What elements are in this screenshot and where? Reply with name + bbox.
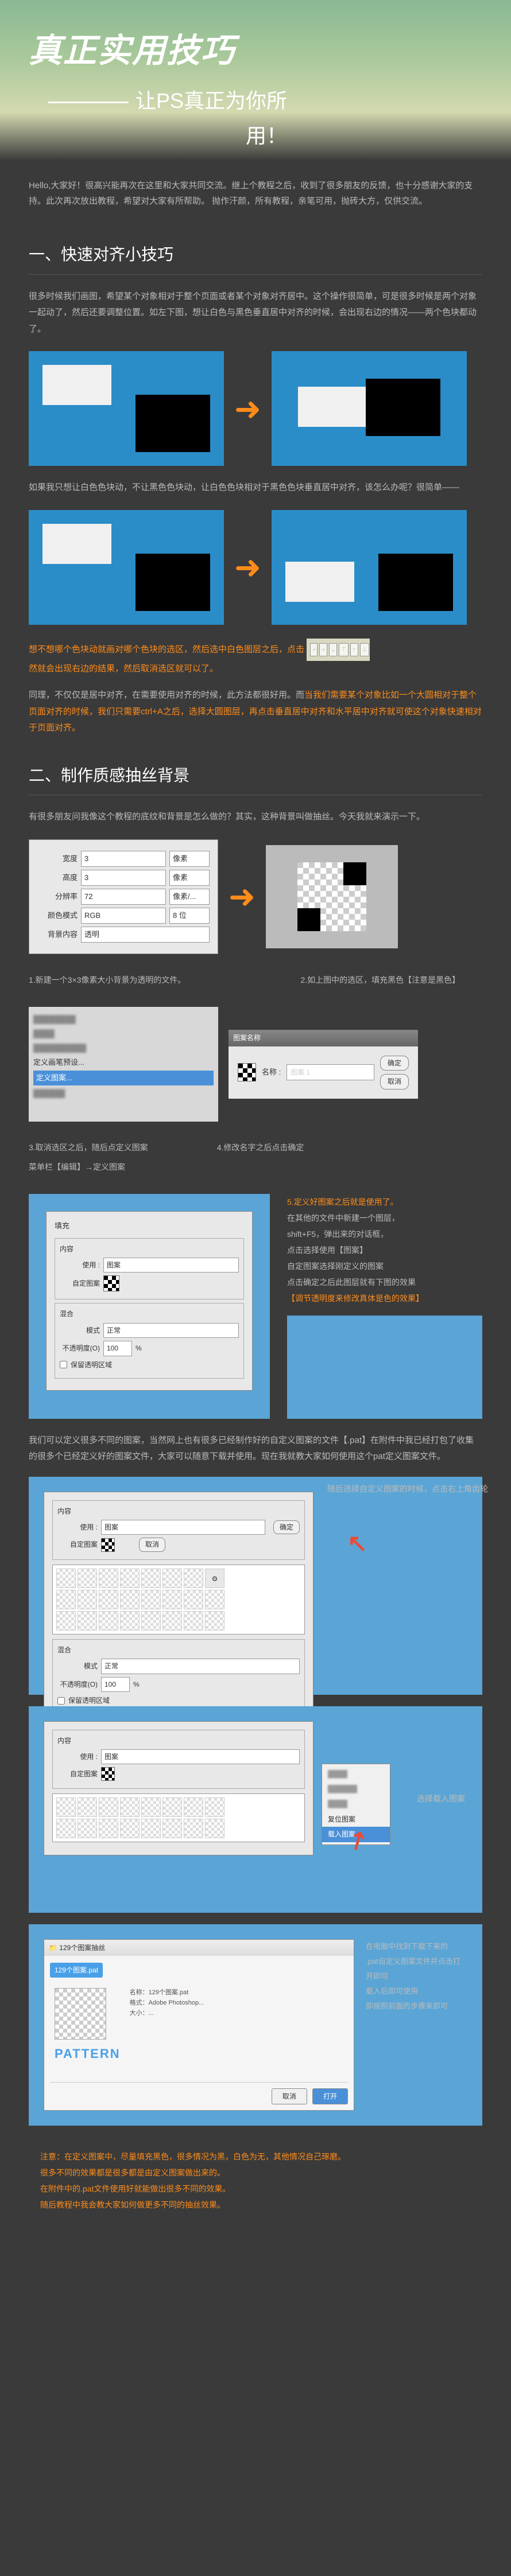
white-block: [42, 365, 111, 405]
arrow-icon: ➜: [234, 382, 261, 436]
s1-p4: 同理，不仅仅是居中对齐，在需要使用对齐的时候，此方法都很好用。而当我们需要某个对…: [29, 687, 482, 737]
fill-dialog2: 内容 使用 :图案确定 自定图案取消 ⚙ 混合 模式正常 不透明度(O)100%…: [44, 1492, 313, 1723]
cap4: 4.修改名字之后点击确定: [217, 1141, 304, 1174]
arrow-icon: ➜: [234, 540, 261, 594]
s1-p1: 很多时候我们画图，希望某个对象相对于整个页面或者某个对象对齐居中。这个操作很简单…: [29, 289, 482, 338]
file-meta: 名称：129个图案.pat 格式：Adobe Photoshop... 大小：.…: [130, 1988, 204, 2068]
pattern-name-input[interactable]: 图案 1: [287, 1064, 374, 1080]
result-preview: [287, 1316, 482, 1419]
cancel-button[interactable]: 取消: [272, 2088, 307, 2104]
before-box: [29, 351, 224, 466]
red-arrow-icon: ↖: [347, 1523, 367, 1563]
banner-title: 真正实用技巧: [29, 23, 482, 80]
pattern-thumb: [238, 1063, 256, 1081]
load-pattern-shot2: 内容 使用 :图案 自定图案 ████ ██████ ████ 复位图案 载入图…: [29, 1706, 482, 1913]
banner: 真正实用技巧 让PS真正为你所用！: [0, 0, 511, 161]
banner-subtitle: 让PS真正为你所用！: [29, 83, 482, 153]
explorer-notes: 在电脑中找到下载下来的 .pat自定义图案文件并点击打开即可 载入后即可使用 即…: [366, 1939, 467, 2014]
pattern-name-dialog: 图案名称 名称 : 图案 1 确定 取消: [229, 1030, 418, 1098]
intro-text: Hello,大家好！很高兴能再次在这里和大家共同交流。继上个教程之后，收到了很多…: [29, 161, 482, 226]
label-a: 随后选择自定义图案的时候，点击右上角齿轮: [327, 1482, 488, 1496]
define-pattern-item[interactable]: 定义图案...: [33, 1071, 214, 1085]
fill-demo: 填充 内容 使用 :图案 自定图案 混合 模式正常 不透明度(O)100% 保留…: [29, 1194, 482, 1419]
keep-transparent-checkbox[interactable]: [60, 1361, 67, 1368]
after-box: [272, 351, 467, 466]
fill-dialog3: 内容 使用 :图案 自定图案: [44, 1721, 313, 1856]
footnote: 注意：在定义图案中，尽量填充黑色，很多情况为黑，白色为无，其他情况自己琢磨。 很…: [29, 2149, 482, 2213]
s2-p1: 有很多朋友问我像这个教程的底纹和背景是怎么做的？其实，这种背景叫做抽丝。今天我就…: [29, 809, 482, 826]
checker-preview: [266, 845, 398, 948]
black-block: [136, 554, 210, 611]
white-block: [285, 562, 354, 602]
file-crumb[interactable]: 129个图案.pat: [50, 1963, 103, 1978]
fill-screenshot: 填充 内容 使用 :图案 自定图案 混合 模式正常 不透明度(O)100% 保留…: [29, 1194, 270, 1419]
s1-p2: 如果我只想让白色色块动，不让黑色色块动，让白色色块相对于黑色色块垂直居中对齐，该…: [29, 480, 482, 496]
arrow-icon: ➜: [229, 869, 256, 924]
section1-title: 一、快速对齐小技巧: [29, 226, 482, 275]
gear-icon[interactable]: ⚙: [205, 1569, 224, 1588]
step5-notes: 5.定义好图案之后就是使用了。 在其他的文件中新建一个图层， shift+F5，…: [287, 1194, 482, 1419]
file-explorer: 📁 129个图案抽丝 129个图案.pat PATTERN 名称：129个图案.…: [44, 1939, 354, 2111]
cap3b: 菜单栏【编辑】→定义图案: [29, 1161, 148, 1174]
open-button[interactable]: 打开: [312, 2088, 348, 2104]
after-box2: [272, 510, 467, 625]
new-doc-dialog: 宽度3像素 高度3像素 分辨率72像素/... 颜色模式RGB8 位 背景内容透…: [29, 839, 218, 954]
folder-icon: 📁: [49, 1944, 57, 1952]
load-pattern-shot1: 内容 使用 :图案确定 自定图案取消 ⚙ 混合 模式正常 不透明度(O)100%…: [29, 1477, 482, 1695]
white-block: [298, 387, 367, 427]
demo2: ➜: [29, 510, 482, 625]
cap1: 1.新建一个3×3像素大小背景为透明的文件。: [29, 974, 185, 987]
before-box2: [29, 510, 224, 625]
content: Hello,大家好！很高兴能再次在这里和大家共同交流。继上个教程之后，收到了很多…: [0, 161, 511, 2247]
explorer-shot: 📁 129个图案抽丝 129个图案.pat PATTERN 名称：129个图案.…: [29, 1924, 482, 2126]
cap2: 2.如上图中的选区，填充黑色【注意是黑色】: [300, 974, 460, 987]
white-block: [42, 524, 111, 564]
cancel-button[interactable]: 取消: [380, 1074, 409, 1089]
newdoc-row: 宽度3像素 高度3像素 分辨率72像素/... 颜色模式RGB8 位 背景内容透…: [29, 839, 482, 954]
black-block: [136, 395, 210, 452]
pat-thumb[interactable]: [55, 1988, 106, 2040]
ok-button[interactable]: 确定: [380, 1056, 409, 1071]
cap3: 3.取消选区之后，随后点定义图案: [29, 1141, 148, 1155]
s2-p5: 我们可以定义很多不同的图案，当然网上也有很多已经制作好的自定义图案的文件【.pa…: [29, 1433, 482, 1465]
edit-menu: ████████ ████ ██████████ 定义画笔预设... 定义图案.…: [29, 1007, 218, 1122]
fill-dialog: 填充 内容 使用 :图案 自定图案 混合 模式正常 不透明度(O)100% 保留…: [46, 1211, 253, 1391]
custom-pattern-picker[interactable]: [103, 1275, 119, 1291]
pattern-grid2[interactable]: [52, 1793, 305, 1842]
demo1: ➜: [29, 351, 482, 466]
s1-p3: 想不想哪个色块动就画对哪个色块的选区，然后选中白色图层之后，点击 ⫞⫟⫠⊤⫧⊥ …: [29, 639, 482, 678]
align-panel: ⫞⫟⫠⊤⫧⊥: [307, 639, 370, 661]
label-b: 选择载入图案: [417, 1792, 465, 1806]
section2-title: 二、制作质感抽丝背景: [29, 747, 482, 796]
define-row: ████████ ████ ██████████ 定义画笔预设... 定义图案.…: [29, 1007, 482, 1122]
black-block: [378, 554, 453, 611]
black-block: [366, 379, 440, 436]
pattern-grid[interactable]: ⚙: [52, 1565, 305, 1635]
